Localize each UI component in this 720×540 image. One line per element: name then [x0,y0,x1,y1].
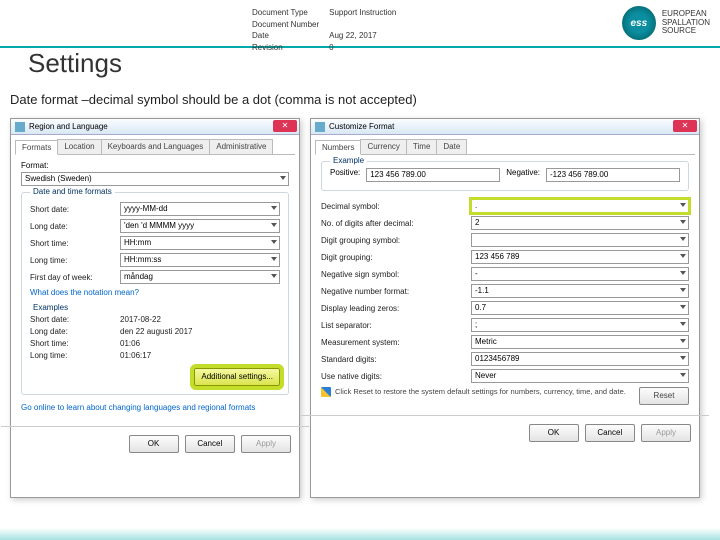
std-digits-combo[interactable]: 0123456789 [471,352,689,366]
ok-button[interactable]: OK [129,435,179,453]
std-digits-label: Standard digits: [321,355,471,364]
group-sym-combo[interactable] [471,233,689,247]
ess-logo-icon: ess [622,6,656,40]
neg-fmt-label: Negative number format: [321,287,471,296]
digits-label: No. of digits after decimal: [321,219,471,228]
cancel-button[interactable]: Cancel [585,424,635,442]
lead-zero-label: Display leading zeros: [321,304,471,313]
decimal-symbol-combo[interactable]: . [471,199,689,213]
tabs: Numbers Currency Time Date [315,139,695,155]
example-legend: Example [330,156,367,165]
native-label: Use native digits: [321,372,471,381]
tabs: Formats Location Keyboards and Languages… [15,139,295,155]
ess-logo: ess EUROPEAN SPALLATION SOURCE [622,6,710,40]
short-time-combo[interactable]: HH:mm [120,236,280,250]
dialog-title: Customize Format [329,122,394,131]
short-date-label: Short date: [30,205,120,214]
globe-icon [315,122,325,132]
tab-date[interactable]: Date [436,139,467,154]
digits-combo[interactable]: 2 [471,216,689,230]
measure-combo[interactable]: Metric [471,335,689,349]
dialog-buttons: OK Cancel Apply [311,420,699,446]
list-sep-label: List separator: [321,321,471,330]
tab-admin[interactable]: Administrative [209,139,273,154]
close-icon[interactable]: ✕ [273,120,297,132]
reset-note: Click Reset to restore the system defaul… [321,387,689,405]
neg-sign-combo[interactable]: - [471,267,689,281]
measure-label: Measurement system: [321,338,471,347]
format-label: Format: [21,161,289,170]
footer-gradient [0,528,720,540]
ok-button[interactable]: OK [529,424,579,442]
ex-short-time: 01:06 [120,339,140,348]
tab-keyboards[interactable]: Keyboards and Languages [101,139,211,154]
positive-label: Positive: [330,168,360,182]
neg-fmt-combo[interactable]: -1.1 [471,284,689,298]
negative-example: -123 456 789.00 [546,168,680,182]
region-language-dialog: Region and Language ✕ Formats Location K… [10,118,300,498]
native-combo[interactable]: Never [471,369,689,383]
shield-icon [321,387,331,397]
titlebar[interactable]: Region and Language ✕ [11,119,299,135]
customize-format-dialog: Customize Format ✕ Numbers Currency Time… [310,118,700,498]
first-day-label: First day of week: [30,273,120,282]
tab-location[interactable]: Location [57,139,101,154]
apply-button[interactable]: Apply [241,435,291,453]
close-icon[interactable]: ✕ [673,120,697,132]
tab-time[interactable]: Time [406,139,437,154]
page-subtitle: Date format –decimal symbol should be a … [10,92,417,107]
apply-button[interactable]: Apply [641,424,691,442]
page-title: Settings [28,48,122,79]
tab-numbers[interactable]: Numbers [315,140,361,155]
decimal-symbol-label: Decimal symbol: [321,202,471,211]
date-time-legend: Date and time formats [30,187,115,196]
grouping-label: Digit grouping: [321,253,471,262]
format-combo[interactable]: Swedish (Sweden) [21,172,289,186]
short-date-combo[interactable]: yyyy-MM-dd [120,202,280,216]
ex-short-date: 2017-08-22 [120,315,161,324]
doc-meta: Document TypeSupport Instruction Documen… [250,6,406,54]
reset-button[interactable]: Reset [639,387,689,405]
globe-icon [15,122,25,132]
examples-legend: Examples [30,303,71,312]
additional-settings-button[interactable]: Additional settings... [194,368,280,386]
dialog-buttons: OK Cancel Apply [11,431,299,457]
long-date-combo[interactable]: 'den 'd MMMM yyyy [120,219,280,233]
cancel-button[interactable]: Cancel [185,435,235,453]
ex-long-time: 01:06:17 [120,351,151,360]
long-time-label: Long time: [30,256,120,265]
lead-zero-combo[interactable]: 0.7 [471,301,689,315]
notation-link[interactable]: What does the notation mean? [30,288,280,297]
negative-label: Negative: [506,168,540,182]
grouping-combo[interactable]: 123 456 789 [471,250,689,264]
tab-formats[interactable]: Formats [15,140,58,155]
short-time-label: Short time: [30,239,120,248]
tab-currency[interactable]: Currency [360,139,406,154]
online-link[interactable]: Go online to learn about changing langua… [21,403,289,412]
list-sep-combo[interactable]: ; [471,318,689,332]
long-date-label: Long date: [30,222,120,231]
group-sym-label: Digit grouping symbol: [321,236,471,245]
titlebar[interactable]: Customize Format ✕ [311,119,699,135]
positive-example: 123 456 789.00 [366,168,500,182]
long-time-combo[interactable]: HH:mm:ss [120,253,280,267]
neg-sign-label: Negative sign symbol: [321,270,471,279]
page-header: Document TypeSupport Instruction Documen… [0,0,720,48]
first-day-combo[interactable]: måndag [120,270,280,284]
ex-long-date: den 22 augusti 2017 [120,327,193,336]
dialog-title: Region and Language [29,122,108,131]
